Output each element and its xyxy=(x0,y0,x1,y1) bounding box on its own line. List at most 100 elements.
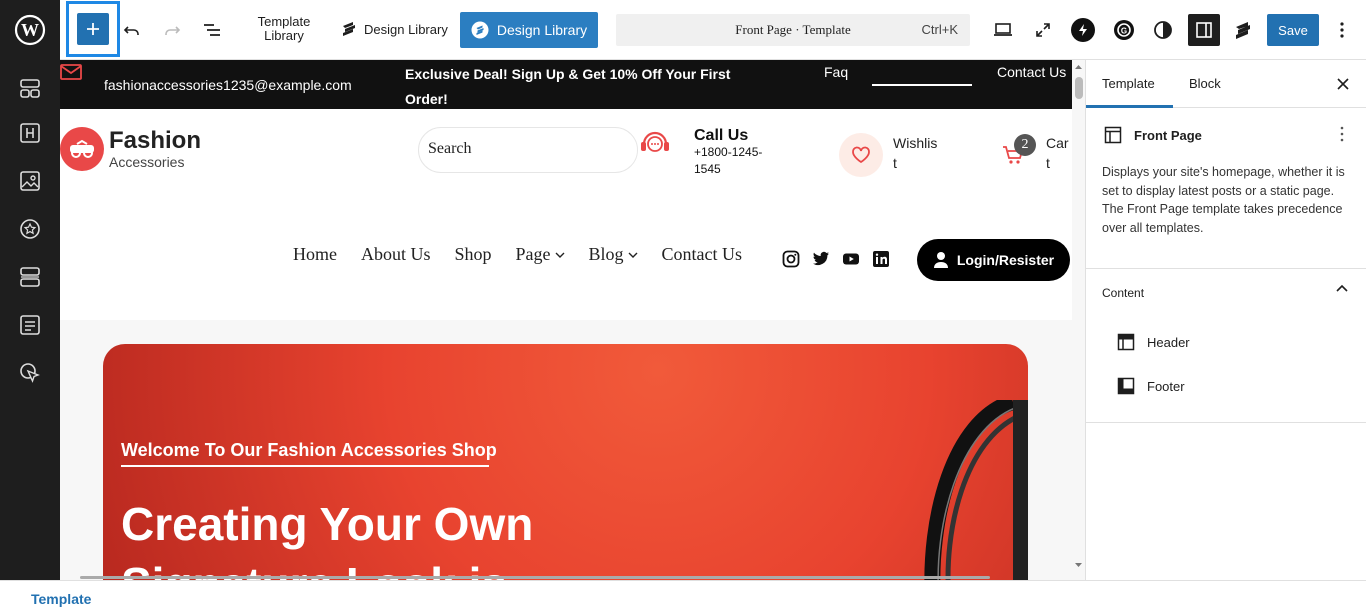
template-actions-icon[interactable] xyxy=(1340,126,1344,142)
add-block-highlight xyxy=(66,1,120,57)
settings-tabs: Template Block xyxy=(1086,60,1366,108)
cart-count-badge: 2 xyxy=(1014,134,1036,156)
chevron-down-icon xyxy=(555,252,565,258)
stackable-settings-button[interactable] xyxy=(1231,18,1255,42)
template-part-footer[interactable]: Footer xyxy=(1117,377,1185,395)
canvas-vertical-scrollbar[interactable] xyxy=(1072,60,1085,580)
save-button[interactable]: Save xyxy=(1267,14,1319,46)
star-badge-icon[interactable] xyxy=(18,217,42,241)
breadcrumb[interactable]: Template xyxy=(31,591,91,607)
header-part-icon xyxy=(1117,333,1135,351)
template-description: Displays your site's homepage, whether i… xyxy=(1102,165,1345,235)
site-logo-name[interactable]: Fashion xyxy=(109,127,201,155)
topbar-contact-link[interactable]: Contact Us xyxy=(997,64,1066,80)
redo-button[interactable] xyxy=(160,18,184,42)
tab-block[interactable]: Block xyxy=(1189,76,1221,91)
bolt-icon xyxy=(1079,24,1087,36)
scroll-down-arrow-icon[interactable] xyxy=(1072,560,1085,570)
wordpress-logo-icon[interactable]: W xyxy=(0,0,60,60)
linkedin-icon[interactable] xyxy=(872,250,890,268)
command-bar-shortcut: Ctrl+K xyxy=(921,22,958,37)
site-header: Fashion Accessories Search Call Us +1800… xyxy=(60,109,1072,320)
fullscreen-button[interactable] xyxy=(1031,18,1055,42)
nav-item-blog[interactable]: Blog xyxy=(589,244,638,265)
vertical-scroll-thumb[interactable] xyxy=(1075,77,1083,99)
site-logo-subtitle: Accessories xyxy=(109,154,185,170)
wishlist-button[interactable] xyxy=(839,133,883,177)
undo-icon xyxy=(123,26,139,35)
options-menu-button[interactable] xyxy=(1330,18,1354,42)
scroll-up-arrow-icon[interactable] xyxy=(1072,62,1085,72)
layout-grid-icon[interactable] xyxy=(18,76,42,100)
editor-canvas[interactable]: fashionaccessories1235@example.com Exclu… xyxy=(60,60,1072,580)
hero-kicker: Welcome To Our Fashion Accessories Shop xyxy=(121,440,497,460)
search-input[interactable]: Search xyxy=(418,127,638,173)
topbar-faq-link[interactable]: Faq xyxy=(824,64,848,80)
hero-heading: Creating Your Own Signature Look is xyxy=(121,498,534,580)
nav-item-page[interactable]: Page xyxy=(516,244,565,265)
template-part-header[interactable]: Header xyxy=(1117,333,1190,351)
vertical-ellipsis-icon xyxy=(1340,22,1344,38)
design-library-primary-button[interactable]: Design Library xyxy=(460,12,598,48)
preview-device-button[interactable] xyxy=(991,18,1015,42)
user-icon xyxy=(933,252,948,268)
laptop-icon xyxy=(994,23,1012,36)
undo-button[interactable] xyxy=(120,18,144,42)
login-register-button[interactable]: Login/Resister xyxy=(917,239,1070,281)
login-register-label: Login/Resister xyxy=(956,252,1055,268)
sidebar-icon xyxy=(1196,22,1212,38)
command-bar-title: Front Page · Template xyxy=(735,22,851,37)
nav-item-contact[interactable]: Contact Us xyxy=(662,244,743,265)
wishlist-label[interactable]: Wishlist xyxy=(893,133,941,173)
design-library-button[interactable]: Design Library xyxy=(340,20,448,38)
chevron-down-icon xyxy=(628,252,638,258)
call-us-number: +1800-1245-1545 xyxy=(694,145,763,176)
redo-icon xyxy=(165,26,181,35)
contrast-icon xyxy=(1154,21,1172,39)
stackable-circle-icon xyxy=(471,21,489,39)
pointer-click-icon[interactable] xyxy=(18,361,42,385)
list-view-icon xyxy=(204,24,220,36)
add-block-button[interactable] xyxy=(77,13,109,45)
rows-icon[interactable] xyxy=(18,265,42,289)
instagram-icon[interactable] xyxy=(782,250,800,268)
horizontal-scroll-thumb[interactable] xyxy=(80,576,990,579)
nav-item-shop[interactable]: Shop xyxy=(455,244,492,265)
image-icon[interactable] xyxy=(18,169,42,193)
topbar-divider xyxy=(872,84,972,86)
svg-text:G: G xyxy=(1121,27,1127,36)
stackable-logo-icon xyxy=(1236,22,1250,39)
stackable-button[interactable] xyxy=(1071,18,1095,42)
close-settings-button[interactable] xyxy=(1333,74,1353,94)
header-part-label: Header xyxy=(1147,334,1190,350)
styles-button[interactable] xyxy=(1151,18,1175,42)
chevron-up-icon[interactable] xyxy=(1336,284,1348,292)
cart-label[interactable]: Cart xyxy=(1046,133,1072,173)
twitter-icon[interactable] xyxy=(812,250,830,268)
command-palette-bar[interactable]: Front Page · Template Ctrl+K xyxy=(616,14,970,46)
stackable-logo-icon xyxy=(343,22,355,36)
form-icon[interactable] xyxy=(18,313,42,337)
expand-icon xyxy=(1036,23,1050,37)
close-icon xyxy=(1337,78,1349,90)
call-us-title: Call Us xyxy=(694,127,749,144)
settings-sidebar-toggle[interactable] xyxy=(1188,14,1220,46)
main-navigation: Home About Us Shop Page Blog Contact Us xyxy=(293,244,742,265)
heart-icon xyxy=(852,146,870,164)
site-logo-icon[interactable] xyxy=(60,127,104,171)
plus-icon xyxy=(87,23,99,35)
content-section-title[interactable]: Content xyxy=(1102,286,1144,300)
tab-template[interactable]: Template xyxy=(1102,76,1155,91)
nav-item-home[interactable]: Home xyxy=(293,244,337,265)
hero-banner[interactable]: Welcome To Our Fashion Accessories Shop … xyxy=(103,344,1028,580)
editor-toolbar: W Template Library Design Library Design… xyxy=(0,0,1366,60)
gutenverse-button[interactable]: G xyxy=(1112,18,1136,42)
topbar-deal-text: Exclusive Deal! Sign Up & Get 10% Off Yo… xyxy=(405,66,731,107)
handbag-image xyxy=(924,400,1028,580)
template-library-button[interactable]: Template Library xyxy=(250,15,318,43)
youtube-icon[interactable] xyxy=(842,250,860,268)
template-layout-icon xyxy=(1104,126,1122,144)
nav-item-about[interactable]: About Us xyxy=(361,244,431,265)
heading-icon[interactable] xyxy=(18,121,42,145)
document-overview-button[interactable] xyxy=(200,18,224,42)
